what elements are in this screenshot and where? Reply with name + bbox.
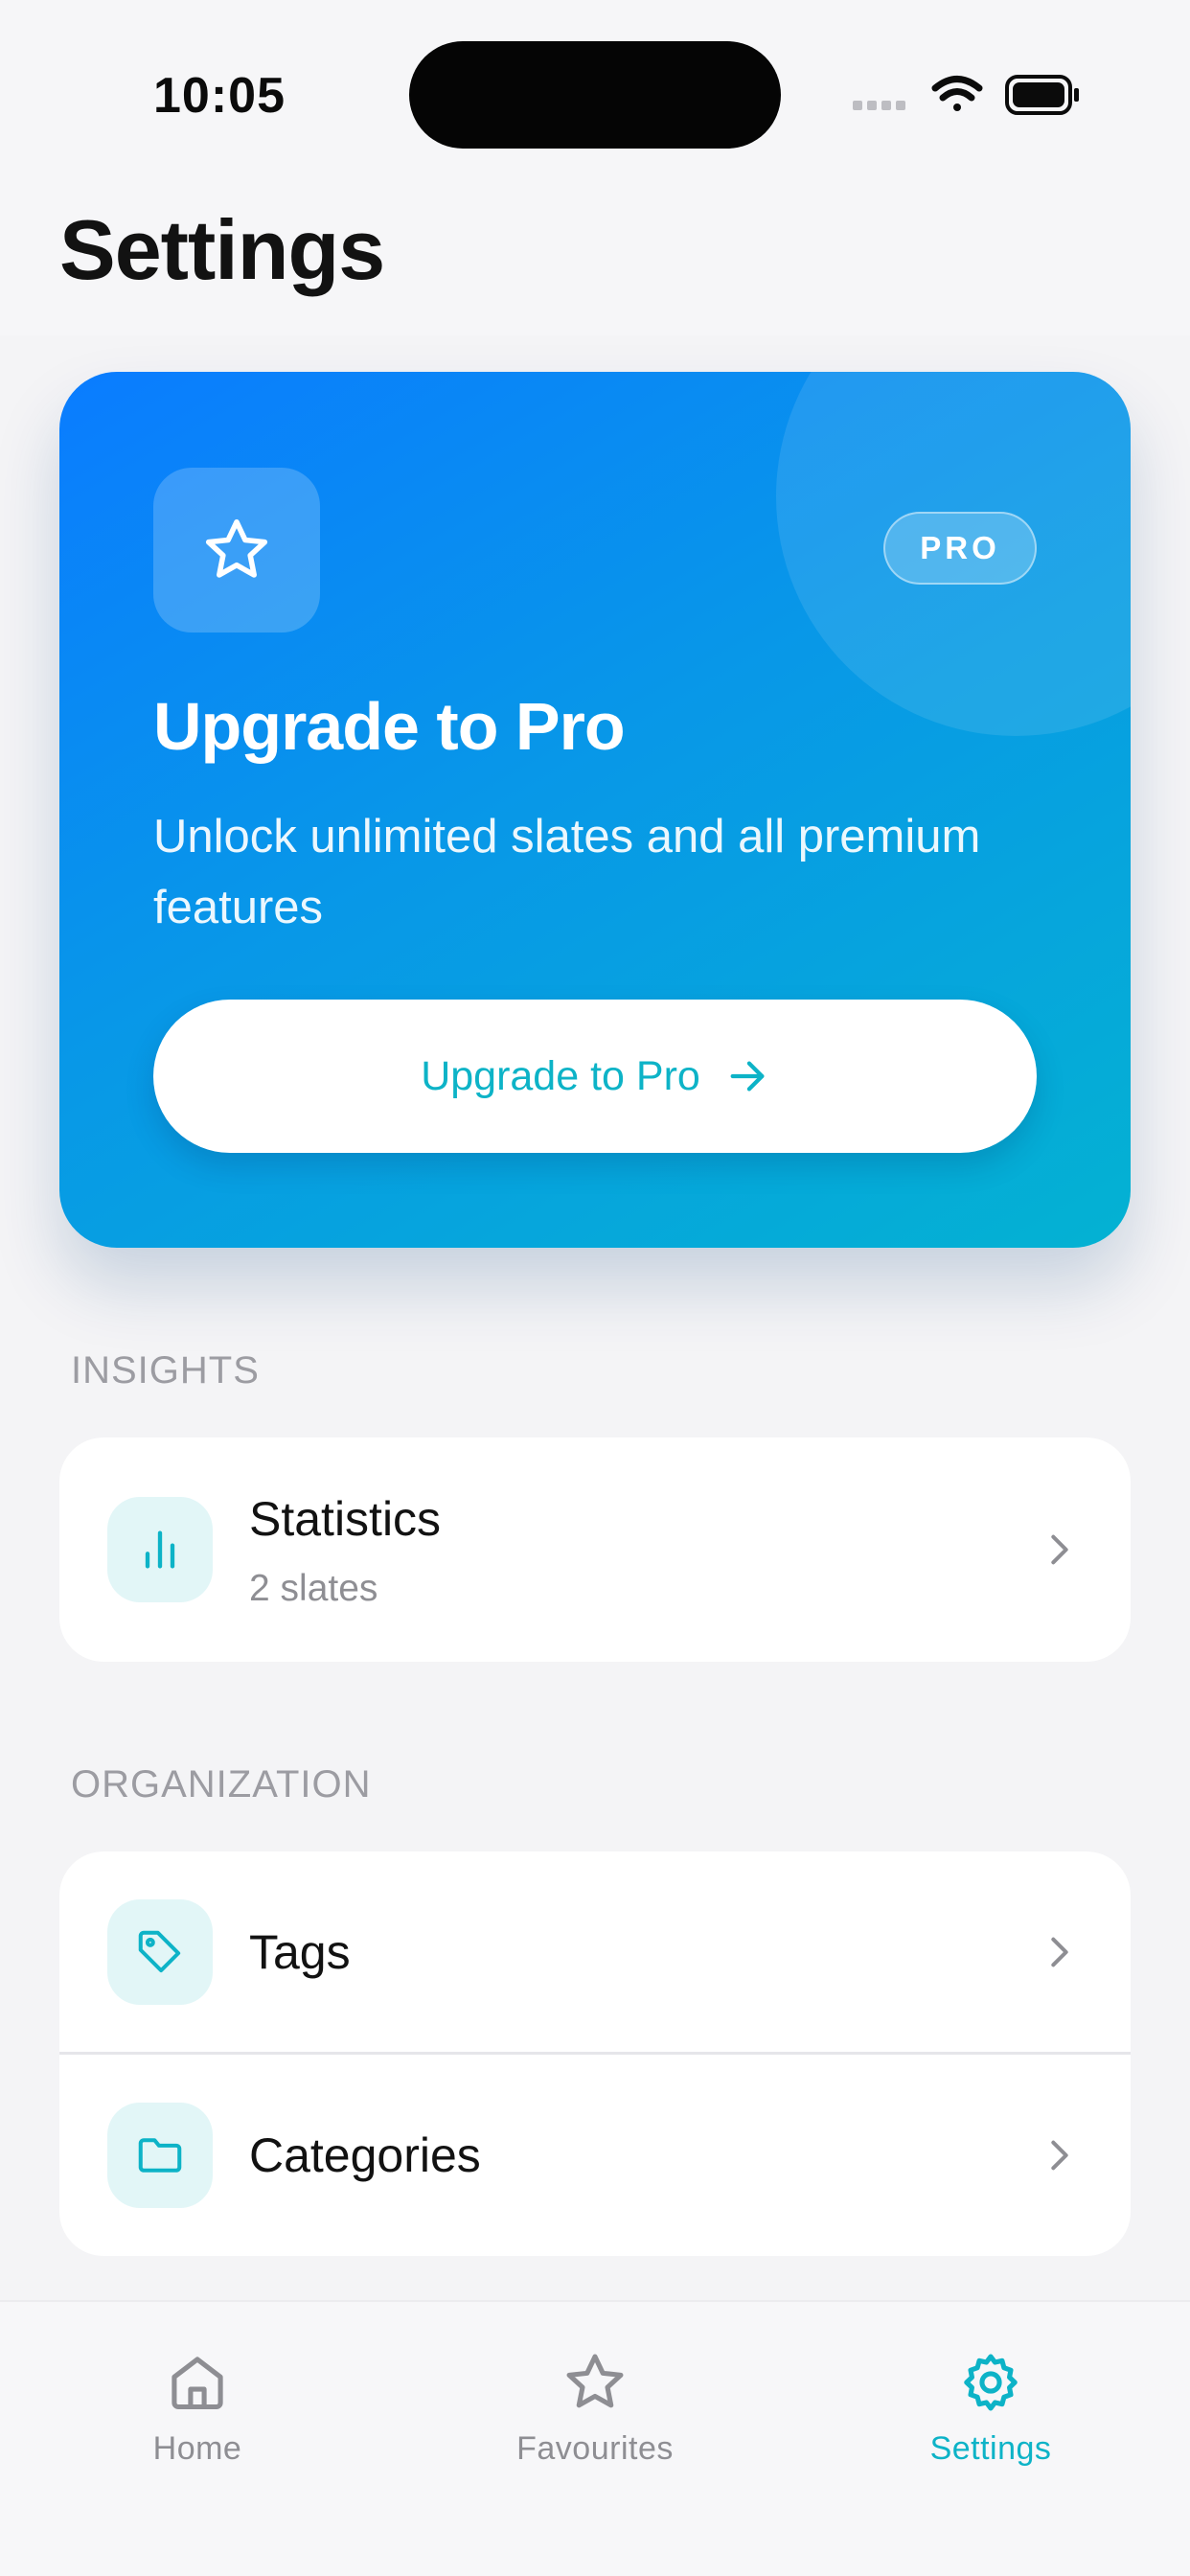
list-item-categories[interactable]: Categories	[59, 2055, 1131, 2256]
promo-description: Unlock unlimited slates and all premium …	[153, 811, 981, 933]
status-time: 10:05	[153, 68, 286, 124]
wifi-icon	[931, 76, 983, 111]
chevron-right-icon	[1051, 1937, 1068, 1967]
section-label-organization: ORGANIZATION	[71, 1763, 372, 1806]
statistics-icon-container	[107, 1497, 213, 1602]
tab-settings-label: Settings	[929, 2430, 1052, 2467]
statistics-subtitle: 2 slates	[249, 1568, 378, 1609]
gear-icon	[964, 2354, 1018, 2411]
tab-favourites-label: Favourites	[516, 2430, 674, 2467]
chevron-right-icon	[1051, 1534, 1068, 1565]
categories-icon-container	[107, 2103, 213, 2208]
tab-settings[interactable]: Settings	[866, 2350, 1115, 2494]
chevron-right-icon	[1051, 2140, 1068, 2171]
organization-card: Tags Categories	[59, 1852, 1131, 2256]
home-icon	[172, 2357, 223, 2410]
bar-chart-icon	[145, 1530, 175, 1569]
upgrade-to-pro-button[interactable]: Upgrade to Pro	[153, 1000, 1037, 1153]
section-label-insights: INSIGHTS	[71, 1349, 260, 1392]
tab-home[interactable]: Home	[73, 2350, 322, 2494]
statistics-title: Statistics	[249, 1492, 442, 1546]
tab-bar: Home Favourites Settings	[0, 2300, 1190, 2576]
tab-home-label: Home	[152, 2430, 242, 2467]
tab-favourites[interactable]: Favourites	[470, 2350, 720, 2494]
pro-badge: PRO	[883, 512, 1037, 585]
star-icon	[205, 518, 268, 578]
status-icons	[853, 75, 1079, 115]
status-bar: 10:05	[0, 0, 1190, 192]
arrow-right-icon	[730, 1061, 765, 1092]
upgrade-button-label: Upgrade to Pro	[421, 1052, 700, 1099]
tag-icon	[138, 1930, 181, 1973]
star-icon	[566, 2354, 624, 2408]
page-title: Settings	[59, 202, 385, 297]
list-item-statistics[interactable]: Statistics 2 slates	[59, 1438, 1131, 1662]
dynamic-island	[409, 41, 781, 149]
folder-icon	[138, 2138, 182, 2173]
categories-title: Categories	[249, 2128, 481, 2182]
insights-card: Statistics 2 slates	[59, 1438, 1131, 1662]
promo-icon-container	[153, 468, 320, 632]
tags-title: Tags	[249, 1925, 351, 1979]
upgrade-promo-card: PRO Upgrade to Pro Unlock unlimited slat…	[59, 372, 1131, 1248]
promo-title: Upgrade to Pro	[153, 689, 626, 764]
tags-icon-container	[107, 1899, 213, 2005]
cellular-signal-icon	[853, 101, 905, 110]
list-item-tags[interactable]: Tags	[59, 1852, 1131, 2053]
battery-icon	[1005, 75, 1079, 115]
